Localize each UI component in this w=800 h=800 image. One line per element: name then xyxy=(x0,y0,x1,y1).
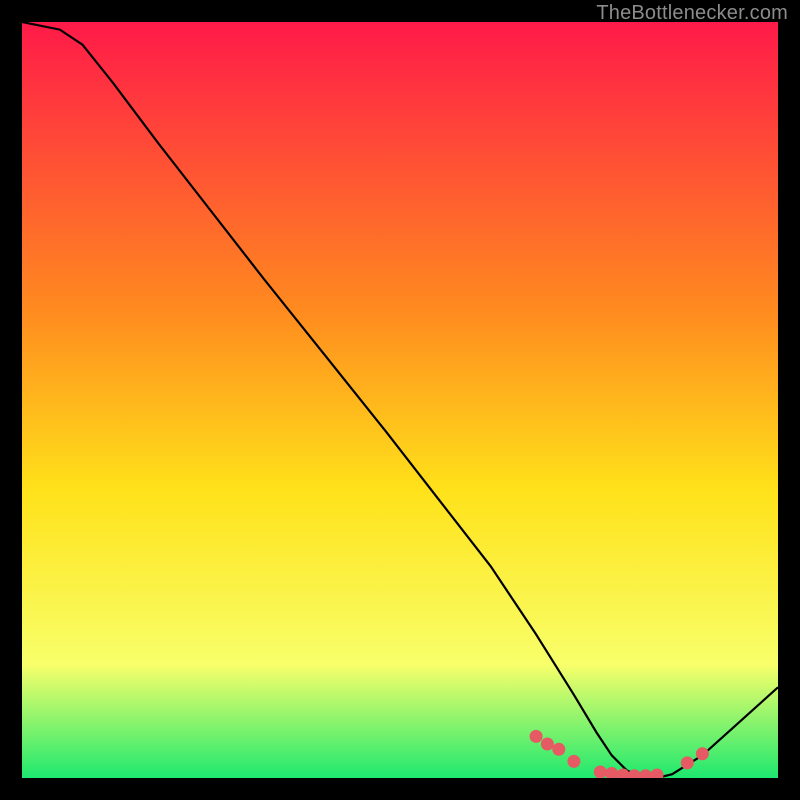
curve-marker xyxy=(567,755,580,768)
plot-area xyxy=(22,22,778,778)
curve-marker xyxy=(696,747,709,760)
curve-marker xyxy=(530,730,543,743)
gradient-background xyxy=(22,22,778,778)
chart-svg xyxy=(22,22,778,778)
curve-marker xyxy=(594,766,607,779)
curve-marker xyxy=(552,743,565,756)
curve-marker xyxy=(681,756,694,769)
curve-marker xyxy=(541,738,554,751)
chart-container: TheBottlenecker.com xyxy=(0,0,800,800)
